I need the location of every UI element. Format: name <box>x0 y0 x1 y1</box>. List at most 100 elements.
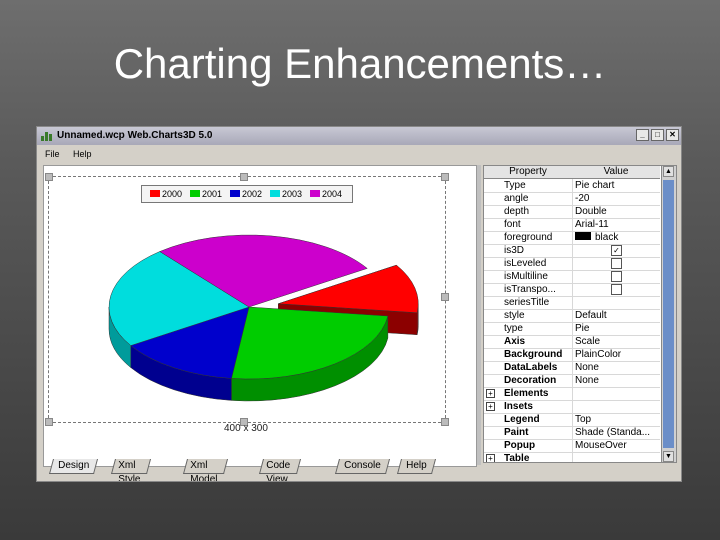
property-row[interactable]: angle -20 <box>484 192 660 206</box>
property-name: isMultiline <box>504 271 548 282</box>
property-row[interactable]: DataLabels None <box>484 361 660 375</box>
property-value[interactable]: ✓ <box>572 244 658 257</box>
app-window: Unnamed.wcp Web.Charts3D 5.0 _ □ ✕ File … <box>36 126 682 482</box>
property-name: Insets <box>504 401 533 412</box>
property-value-text: Double <box>575 206 607 217</box>
property-row[interactable]: isLeveled <box>484 257 660 271</box>
panel-splitter[interactable] <box>477 165 481 465</box>
property-name: type <box>504 323 523 334</box>
close-button[interactable]: ✕ <box>666 129 679 141</box>
property-row[interactable]: seriesTitle <box>484 296 660 310</box>
property-value[interactable] <box>572 257 658 270</box>
property-row[interactable]: type Pie <box>484 322 660 336</box>
property-value[interactable]: Shade (Standa... <box>572 426 658 439</box>
property-row[interactable]: Popup MouseOver <box>484 439 660 453</box>
property-row[interactable]: Axis Scale <box>484 335 660 349</box>
property-value-text: Arial-11 <box>575 219 609 230</box>
chart-app-icon <box>41 131 52 141</box>
property-row[interactable]: isTranspo... <box>484 283 660 297</box>
chart-selection[interactable]: 2000 2001 2002 2003 2004 <box>45 173 449 426</box>
property-name: Type <box>504 180 526 191</box>
property-name: is3D <box>504 245 525 256</box>
property-name: Popup <box>504 440 536 451</box>
property-value[interactable] <box>572 452 658 462</box>
property-name: seriesTitle <box>504 297 550 308</box>
property-row[interactable]: Paint Shade (Standa... <box>484 426 660 440</box>
property-value[interactable] <box>572 400 658 413</box>
tab-label: Xml Model <box>190 460 218 482</box>
property-value[interactable]: -20 <box>572 192 658 205</box>
property-value[interactable]: Top <box>572 413 658 426</box>
tab-console[interactable]: Console <box>334 459 390 474</box>
property-value-text: None <box>575 362 599 373</box>
property-value[interactable] <box>572 283 658 296</box>
property-row[interactable]: style Default <box>484 309 660 323</box>
property-row[interactable]: depth Double <box>484 205 660 219</box>
property-scrollbar[interactable]: ▲ ▼ <box>661 166 676 462</box>
property-value-text: Shade (Standa... <box>575 427 651 438</box>
property-value[interactable]: None <box>572 361 658 374</box>
property-name: Decoration <box>504 375 557 386</box>
property-row[interactable]: font Arial-11 <box>484 218 660 232</box>
property-value[interactable]: None <box>572 374 658 387</box>
property-row[interactable]: + Table <box>484 452 660 462</box>
menu-file[interactable]: File <box>45 147 60 161</box>
property-name: foreground <box>504 232 553 243</box>
minimize-button[interactable]: _ <box>636 129 649 141</box>
maximize-button[interactable]: □ <box>651 129 664 141</box>
property-value-text: Pie <box>575 323 590 334</box>
scroll-up-icon[interactable]: ▲ <box>663 166 674 177</box>
expand-icon[interactable]: + <box>486 454 495 462</box>
property-value[interactable]: Default <box>572 309 658 322</box>
tab-xml-style[interactable]: Xml Style <box>110 459 152 481</box>
tab-label: Console <box>344 460 381 471</box>
property-column-header: Property <box>509 166 547 177</box>
property-name: style <box>504 310 525 321</box>
design-canvas[interactable]: 2000 2001 2002 2003 2004 400 x 300 <box>43 165 477 467</box>
tab-xml-model[interactable]: Xml Model <box>182 459 229 481</box>
property-row[interactable]: is3D ✓ <box>484 244 660 258</box>
property-value-text: Top <box>575 414 592 425</box>
tab-label: Code View <box>266 460 291 482</box>
tab-help[interactable]: Help <box>396 459 436 474</box>
property-value[interactable]: Pie <box>572 322 658 335</box>
property-value[interactable] <box>572 387 658 400</box>
property-value[interactable]: Double <box>572 205 658 218</box>
property-row[interactable]: + Elements <box>484 387 660 401</box>
expand-icon[interactable]: + <box>486 389 495 398</box>
property-name: depth <box>504 206 530 217</box>
property-value[interactable] <box>572 270 658 283</box>
property-value-text: Scale <box>575 336 601 347</box>
property-value[interactable]: Scale <box>572 335 658 348</box>
property-value[interactable]: black <box>572 231 658 244</box>
tab-code-view[interactable]: Code View <box>258 459 301 481</box>
expand-icon[interactable]: + <box>486 402 495 411</box>
property-row[interactable]: foreground black <box>484 231 660 245</box>
property-value[interactable]: MouseOver <box>572 439 658 452</box>
tab-design[interactable]: Design <box>48 459 99 474</box>
property-value[interactable] <box>572 296 658 309</box>
property-value[interactable]: Pie chart <box>572 179 658 192</box>
property-row[interactable]: Background PlainColor <box>484 348 660 362</box>
scroll-down-icon[interactable]: ▼ <box>663 451 674 462</box>
property-name: font <box>504 219 521 230</box>
property-value[interactable]: PlainColor <box>572 348 658 361</box>
property-row[interactable]: Type Pie chart <box>484 179 660 193</box>
checkbox[interactable] <box>611 284 622 295</box>
property-value-text: Default <box>575 310 607 321</box>
checkbox[interactable] <box>611 258 622 269</box>
property-name: Legend <box>504 414 540 425</box>
property-value[interactable]: Arial-11 <box>572 218 658 231</box>
menu-help[interactable]: Help <box>73 147 92 161</box>
property-row[interactable]: Legend Top <box>484 413 660 427</box>
checkbox[interactable] <box>611 271 622 282</box>
property-value-text: Pie chart <box>575 180 615 191</box>
scroll-thumb[interactable] <box>663 180 674 448</box>
property-name: isLeveled <box>504 258 547 269</box>
property-row[interactable]: Decoration None <box>484 374 660 388</box>
property-row[interactable]: isMultiline <box>484 270 660 284</box>
property-row[interactable]: + Insets <box>484 400 660 414</box>
window-titlebar[interactable]: Unnamed.wcp Web.Charts3D 5.0 _ □ ✕ <box>37 127 681 145</box>
property-header: Property Value <box>484 166 660 179</box>
checkbox[interactable]: ✓ <box>611 245 622 256</box>
